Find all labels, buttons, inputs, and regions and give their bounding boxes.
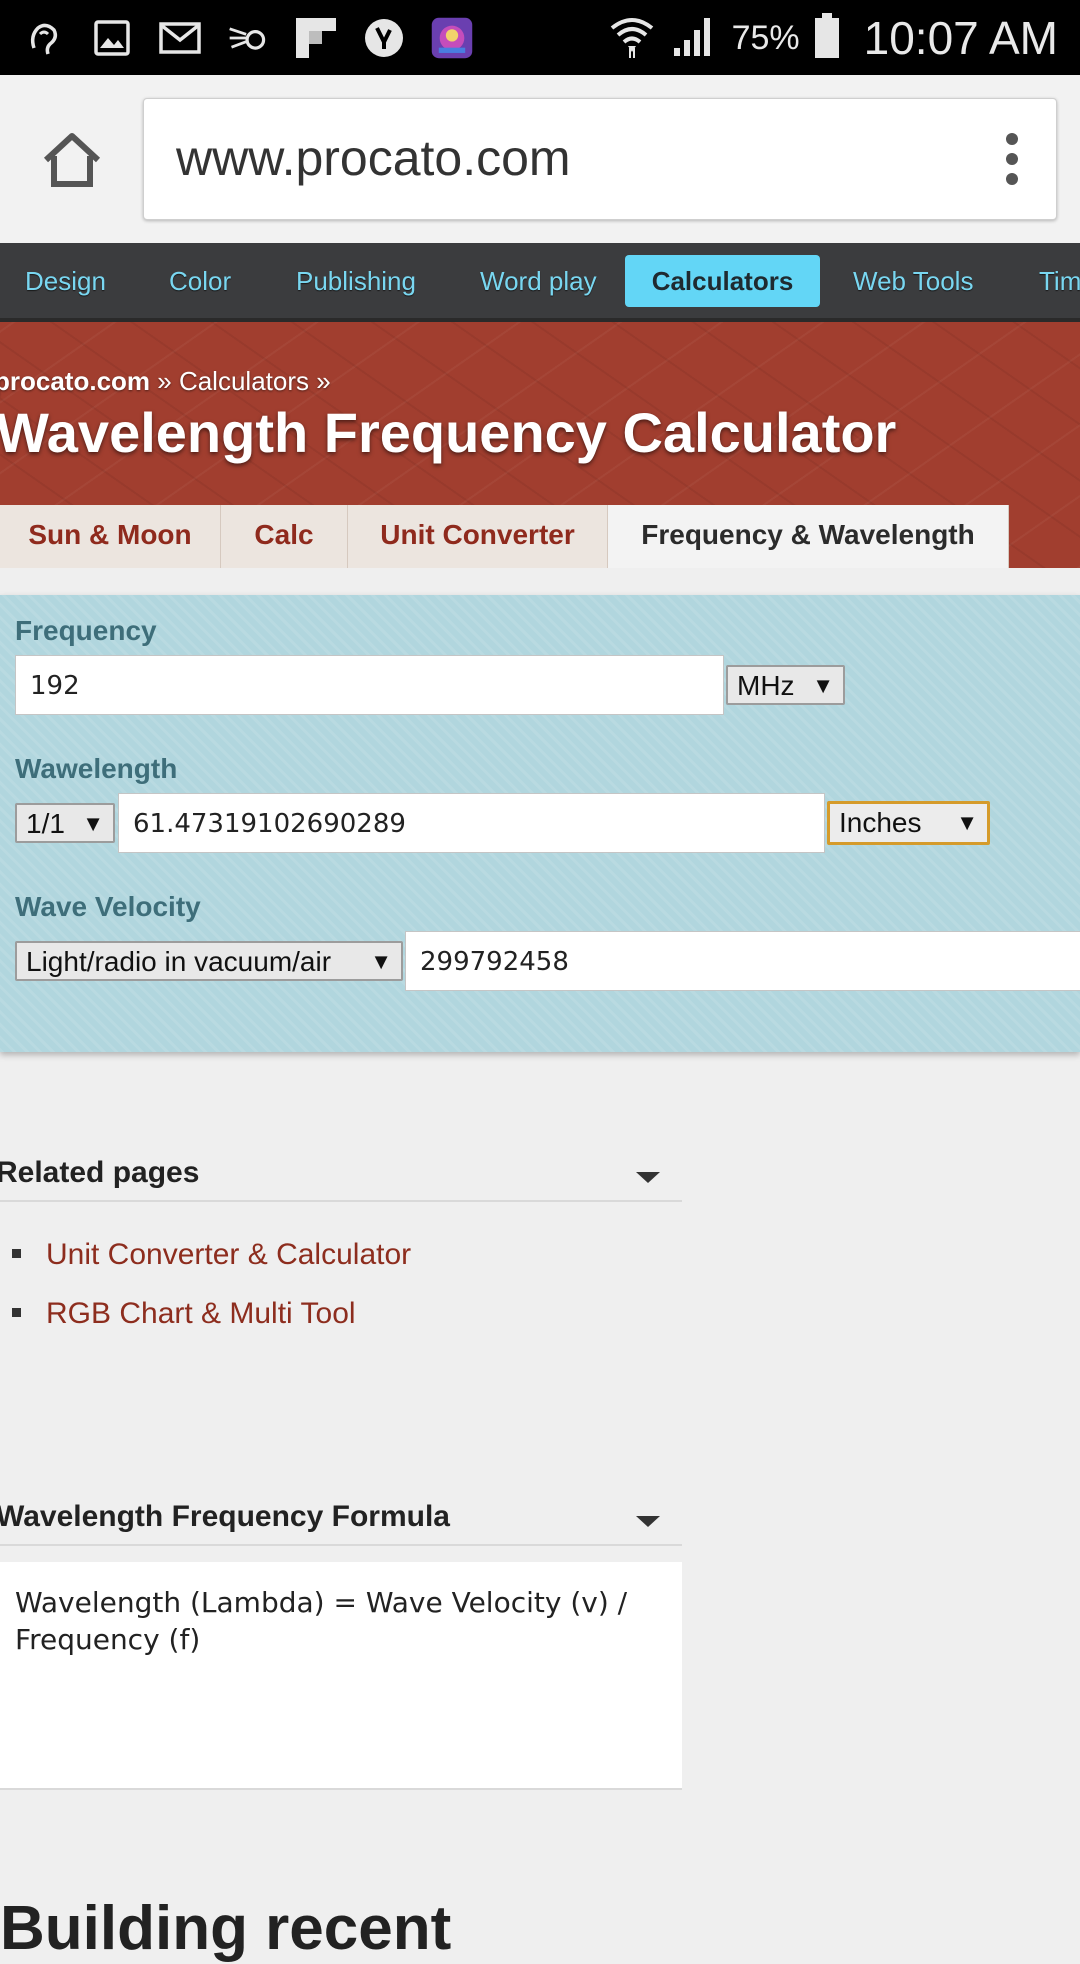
bullet-icon <box>12 1248 21 1258</box>
wavelength-unit-select[interactable]: Inches ▼ <box>827 801 990 845</box>
nav-publishing[interactable]: Publishing <box>296 255 416 307</box>
frequency-unit-select[interactable]: MHz ▼ <box>726 665 845 705</box>
battery-percent: 75% <box>731 18 800 57</box>
formula-title: Wavelength Frequency Formula <box>0 1500 450 1533</box>
tab-frequency-wavelength[interactable]: Frequency & Wavelength <box>608 505 1009 568</box>
formula-text: Wavelength (Lambda) = Wave Velocity (v) … <box>15 1586 628 1656</box>
next-section-heading: Building recent <box>0 1894 452 1963</box>
bullet-icon <box>12 1307 21 1317</box>
nav-time[interactable]: Tim <box>1039 255 1080 307</box>
overflow-menu-icon[interactable] <box>1006 133 1018 185</box>
status-bar: 75% 10:07 AM <box>0 0 1080 75</box>
chevron-down-icon[interactable] <box>636 1516 660 1527</box>
wavelength-fraction-select[interactable]: 1/1 ▼ <box>15 803 115 843</box>
page-header: procato.com » Calculators » Wavelength F… <box>0 322 1080 568</box>
notification-icons <box>22 10 474 66</box>
nav-color[interactable]: Color <box>169 255 231 307</box>
related-link-unit-converter[interactable]: Unit Converter & Calculator <box>46 1238 411 1271</box>
related-link-item[interactable]: Unit Converter & Calculator <box>12 1238 411 1272</box>
browser-toolbar: www.procato.com <box>0 75 1080 243</box>
related-link-item[interactable]: RGB Chart & Multi Tool <box>12 1297 356 1331</box>
breadcrumb-home-link[interactable]: procato.com <box>0 366 150 396</box>
wavelength-unit-value: Inches <box>839 807 922 838</box>
wavelength-input[interactable]: 61.47319102690289 <box>118 793 825 853</box>
tab-sun-moon[interactable]: Sun & Moon <box>0 505 221 568</box>
battery-icon <box>814 12 840 64</box>
frequency-input[interactable]: 192 <box>15 655 724 715</box>
nav-word-play[interactable]: Word play <box>480 255 597 307</box>
wavelength-label: Wawelength <box>15 753 178 784</box>
chevron-down-icon[interactable] <box>636 1172 660 1183</box>
yelp-icon <box>362 16 406 60</box>
calculator-tabs: Sun & Moon Calc Unit Converter Frequency… <box>0 505 1009 568</box>
related-pages-title: Related pages <box>0 1156 200 1189</box>
home-icon <box>43 133 101 187</box>
velocity-input[interactable]: 299792458 <box>405 931 1080 991</box>
signal-icon <box>670 14 718 63</box>
velocity-medium-value: Light/radio in vacuum/air <box>26 946 332 977</box>
related-pages-header[interactable]: Related pages <box>0 1144 682 1202</box>
formula-header[interactable]: Wavelength Frequency Formula <box>0 1488 682 1546</box>
flipboard-icon <box>294 16 338 60</box>
frequency-label: Frequency <box>15 615 157 646</box>
nav-web-tools[interactable]: Web Tools <box>853 255 973 307</box>
breadcrumb-calculators[interactable]: » Calculators » <box>150 366 330 396</box>
nav-calculators[interactable]: Calculators <box>625 255 820 307</box>
related-link-rgb-chart[interactable]: RGB Chart & Multi Tool <box>46 1297 356 1330</box>
url-text: www.procato.com <box>176 130 571 186</box>
nav-design[interactable]: Design <box>25 255 106 307</box>
status-right: 75% 10:07 AM <box>608 8 1058 68</box>
image-icon <box>90 16 134 60</box>
dropdown-arrow-icon: ▼ <box>812 673 834 698</box>
dropdown-arrow-icon: ▼ <box>370 949 392 974</box>
dropdown-arrow-icon: ▼ <box>82 811 104 836</box>
tab-calc[interactable]: Calc <box>221 505 348 568</box>
address-bar[interactable]: www.procato.com <box>143 98 1057 220</box>
dropdown-arrow-icon: ▼ <box>956 810 978 835</box>
calculator-panel: Frequency 192 MHz ▼ Wawelength 1/1 ▼ 61.… <box>0 595 1080 1052</box>
frequency-unit-value: MHz <box>737 670 795 701</box>
wavelength-fraction-value: 1/1 <box>26 808 65 839</box>
page-title: Wavelength Frequency Calculator <box>0 401 897 464</box>
velocity-medium-select[interactable]: Light/radio in vacuum/air ▼ <box>15 941 403 981</box>
velocity-label: Wave Velocity <box>15 891 201 922</box>
clock: 10:07 AM <box>863 12 1058 64</box>
tab-unit-converter[interactable]: Unit Converter <box>348 505 608 568</box>
formula-panel: Wavelength (Lambda) = Wave Velocity (v) … <box>0 1562 682 1790</box>
wifi-icon <box>608 14 656 63</box>
site-nav: Design Color Publishing Word play Calcul… <box>0 243 1080 322</box>
home-button[interactable] <box>40 128 104 192</box>
hearing-icon <box>22 16 66 60</box>
breadcrumb: procato.com » Calculators » <box>0 366 331 397</box>
gmail-icon <box>158 16 202 60</box>
game-app-icon <box>430 16 474 60</box>
gesture-icon <box>226 16 270 60</box>
